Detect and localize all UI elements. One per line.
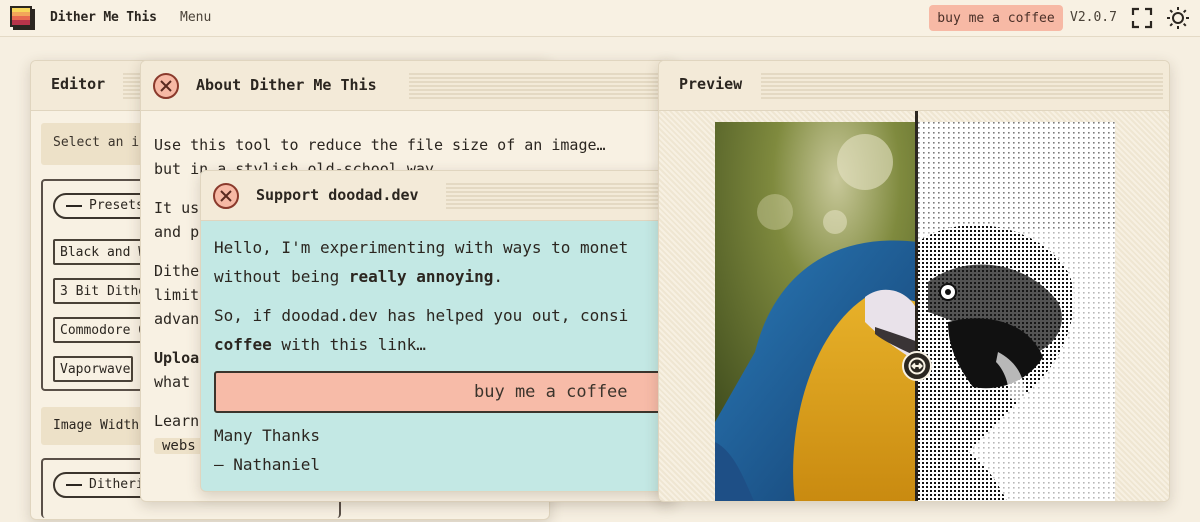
version-label: V2.0.7 bbox=[1070, 10, 1117, 25]
about-p4b: what bbox=[154, 373, 191, 391]
preview-header[interactable]: Preview bbox=[659, 61, 1169, 111]
fullscreen-icon[interactable] bbox=[1131, 7, 1153, 29]
support-signoff: Many Thanks — Nathaniel bbox=[214, 421, 320, 479]
thanks-text: Many Thanks bbox=[214, 426, 320, 445]
about-p3a: Dithe bbox=[154, 262, 200, 280]
original-image bbox=[715, 122, 918, 501]
menu-link[interactable]: Menu bbox=[180, 10, 211, 25]
about-title: About Dither Me This bbox=[196, 76, 377, 94]
signature-text: — Nathaniel bbox=[214, 455, 320, 474]
preset-vaporwave[interactable]: Vaporwave bbox=[53, 356, 133, 382]
app-title: Dither Me This bbox=[50, 10, 157, 25]
title-stripes bbox=[409, 73, 669, 99]
close-icon bbox=[160, 80, 172, 92]
support-title: Support doodad.dev bbox=[256, 186, 419, 204]
support-line2-bold: really annoying bbox=[348, 267, 494, 286]
support-line4-post: with this link… bbox=[271, 335, 426, 354]
about-p2b: and p bbox=[154, 223, 200, 241]
theme-toggle-icon[interactable] bbox=[1166, 6, 1190, 30]
about-close-button[interactable] bbox=[153, 73, 179, 99]
title-stripes bbox=[446, 183, 669, 209]
top-bar: Dither Me This Menu buy me a coffee V2.0… bbox=[0, 0, 1200, 37]
arrows-horizontal-icon bbox=[908, 357, 926, 375]
support-window: Support doodad.dev Hello, I'm experiment… bbox=[200, 170, 670, 492]
support-header[interactable]: Support doodad.dev bbox=[201, 171, 669, 221]
about-p3c: advan bbox=[154, 310, 200, 328]
support-line3: So, if doodad.dev has helped you out, co… bbox=[214, 306, 629, 325]
preview-canvas[interactable] bbox=[659, 111, 1169, 501]
buy-coffee-button[interactable]: buy me a coffee bbox=[929, 5, 1063, 31]
about-line1: Use this tool to reduce the file size of… bbox=[154, 136, 606, 154]
support-line4-bold: coffee bbox=[214, 335, 272, 354]
about-header[interactable]: About Dither Me This bbox=[141, 61, 674, 111]
close-icon bbox=[220, 190, 232, 202]
editor-title: Editor bbox=[51, 75, 106, 93]
title-stripes bbox=[761, 73, 1163, 99]
app-logo-icon bbox=[10, 6, 35, 30]
about-p5a: Learn bbox=[154, 412, 200, 430]
support-line1: Hello, I'm experimenting with ways to mo… bbox=[214, 238, 629, 257]
dithered-image bbox=[918, 122, 1115, 501]
support-content: Hello, I'm experimenting with ways to mo… bbox=[214, 233, 669, 369]
buy-coffee-link-button[interactable]: buy me a coffee bbox=[214, 371, 669, 413]
preview-window: Preview bbox=[658, 60, 1170, 502]
compare-divider[interactable] bbox=[915, 111, 918, 501]
compare-handle[interactable] bbox=[902, 351, 932, 381]
website-link[interactable]: webs bbox=[154, 438, 204, 454]
preview-title: Preview bbox=[679, 75, 743, 93]
about-p2a: It us bbox=[154, 199, 200, 217]
about-p4a: Uploa bbox=[154, 349, 200, 367]
support-close-button[interactable] bbox=[213, 183, 239, 209]
support-line2-pre: without being bbox=[214, 267, 349, 286]
about-p3b: limit bbox=[154, 286, 200, 304]
support-line2-post: . bbox=[493, 267, 503, 286]
